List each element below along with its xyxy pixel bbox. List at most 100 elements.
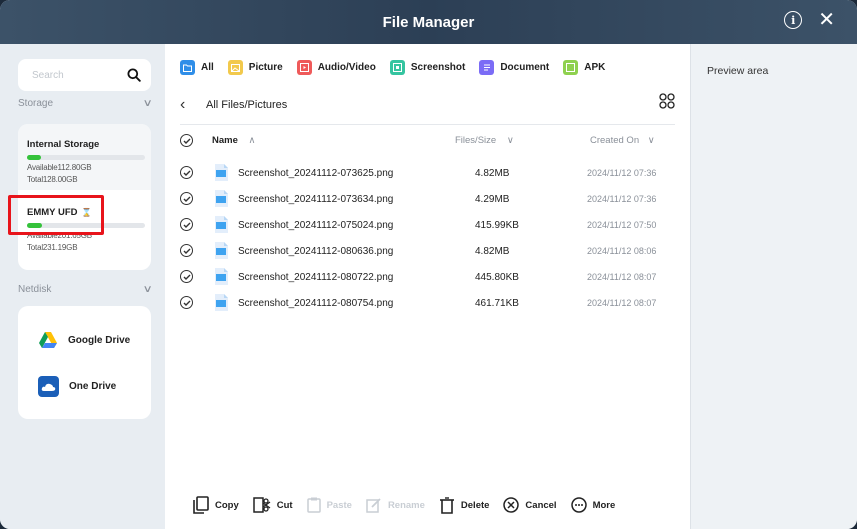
action-toolbar: Copy Cut Paste Rename Delete Cancel More <box>193 496 629 514</box>
file-name: Screenshot_20241112-073625.png <box>238 168 394 179</box>
table-row[interactable]: Screenshot_20241112-075024.png 415.99KB 20… <box>180 216 675 236</box>
storage-available: Available112.80GB <box>27 163 92 172</box>
filter-label: APK <box>584 62 606 73</box>
screenshot-icon <box>389 60 405 75</box>
file-date: 2024/11/12 08:07 <box>587 272 657 282</box>
more-icon <box>570 497 587 513</box>
storage-usage-fill <box>27 155 42 160</box>
close-icon[interactable]: ✕ <box>818 10 835 30</box>
file-date: 2024/11/12 08:07 <box>587 298 657 308</box>
column-header-size[interactable]: Files/Size ∨ <box>455 135 514 146</box>
file-date: 2024/11/12 07:50 <box>587 220 657 230</box>
file-list-panel: All Picture Audio/Video Screenshot Docum… <box>165 44 690 529</box>
cut-icon <box>253 497 271 513</box>
rename-icon <box>366 498 381 513</box>
red-highlight-annotation <box>8 195 104 235</box>
row-checkbox[interactable] <box>180 244 193 257</box>
filter-apk[interactable]: APK <box>563 60 605 75</box>
filter-screenshot[interactable]: Screenshot <box>389 60 466 75</box>
picture-icon <box>227 60 243 75</box>
table-row[interactable]: Screenshot_20241112-080636.png 4.82MB 2024… <box>180 242 675 262</box>
file-date: 2024/11/12 07:36 <box>587 194 657 204</box>
copy-label: Copy <box>215 499 239 511</box>
folder-icon <box>180 60 195 75</box>
paste-button[interactable]: Paste <box>306 497 352 513</box>
netdisk-card: Google Drive One Drive <box>18 306 151 419</box>
cancel-icon <box>503 497 520 513</box>
search-icon[interactable] <box>127 68 141 82</box>
column-header-name[interactable]: Name ∧ <box>212 135 255 146</box>
column-header-date[interactable]: Created On ∨ <box>590 135 655 146</box>
onedrive-icon <box>38 376 59 397</box>
filter-audio-video[interactable]: Audio/Video <box>296 60 376 75</box>
cloud-item-label: One Drive <box>69 381 117 392</box>
filter-label: Screenshot <box>410 62 466 73</box>
cut-button[interactable]: Cut <box>253 497 293 513</box>
chevron-down-icon[interactable]: ∨ <box>507 135 514 146</box>
cancel-button[interactable]: Cancel <box>503 497 557 513</box>
more-button[interactable]: More <box>570 497 616 513</box>
delete-button[interactable]: Delete <box>439 496 490 514</box>
chevron-down-icon[interactable]: ∨ <box>142 98 152 109</box>
storage-item-internal[interactable]: Internal Storage Available112.80GB Total… <box>27 139 145 184</box>
table-row[interactable]: Screenshot_20241112-080722.png 445.80KB 20… <box>180 268 675 288</box>
image-file-icon <box>215 190 228 207</box>
file-size: 415.99KB <box>475 220 519 231</box>
chevron-down-icon[interactable]: ∨ <box>142 284 152 295</box>
more-label: More <box>592 499 616 511</box>
breadcrumb: ‹ All Files/Pictures <box>180 93 675 114</box>
search-input[interactable]: Search <box>18 59 151 91</box>
file-date: 2024/11/12 07:36 <box>587 168 657 178</box>
filter-picture[interactable]: Picture <box>227 60 283 75</box>
file-name: Screenshot_20241112-075024.png <box>238 220 394 231</box>
rename-button[interactable]: Rename <box>366 497 425 513</box>
image-file-icon <box>215 294 228 311</box>
column-header-label: Created On <box>590 135 640 146</box>
info-icon[interactable]: i <box>784 11 803 29</box>
file-size: 445.80KB <box>475 272 519 283</box>
table-row[interactable]: Screenshot_20241112-073634.png 4.29MB 2024… <box>180 190 675 210</box>
delete-label: Delete <box>460 499 490 511</box>
filter-label: Picture <box>248 62 283 73</box>
media-icon <box>296 60 312 75</box>
storage-total: Total231.19GB <box>27 243 78 252</box>
column-header-label: Files/Size <box>455 135 497 146</box>
filter-all[interactable]: All <box>180 60 214 75</box>
table-row[interactable]: Screenshot_20241112-080754.png 461.71KB 20… <box>180 294 675 314</box>
row-checkbox[interactable] <box>180 192 193 205</box>
filter-label: Audio/Video <box>317 62 376 73</box>
sort-asc-icon[interactable]: ∧ <box>249 135 256 146</box>
cloud-item-google-drive[interactable]: Google Drive <box>38 331 130 349</box>
netdisk-section-header[interactable]: Netdisk ∨ <box>18 284 152 295</box>
sidebar: Search Storage ∨ Internal Storage Availa… <box>0 44 165 529</box>
cloud-item-onedrive[interactable]: One Drive <box>38 376 116 397</box>
copy-button[interactable]: Copy <box>193 496 239 514</box>
file-manager-window: File Manager i ✕ Search Storage ∨ Intern… <box>0 0 857 529</box>
cancel-label: Cancel <box>525 499 557 511</box>
row-checkbox[interactable] <box>180 166 193 179</box>
row-checkbox[interactable] <box>180 218 193 231</box>
category-filter-bar: All Picture Audio/Video Screenshot Docum… <box>180 60 619 75</box>
google-drive-icon <box>39 332 57 348</box>
storage-name: Internal Storage <box>27 139 100 150</box>
storage-total: Total128.00GB <box>27 175 78 184</box>
filter-document[interactable]: Document <box>479 60 549 75</box>
file-size: 4.82MB <box>475 168 510 179</box>
window-title: File Manager <box>382 13 475 31</box>
table-row[interactable]: Screenshot_20241112-073625.png 4.82MB 2024… <box>180 164 675 184</box>
back-arrow-icon[interactable]: ‹ <box>180 96 202 114</box>
rename-label: Rename <box>387 499 425 511</box>
document-icon <box>479 60 495 75</box>
apk-icon <box>563 60 579 75</box>
chevron-down-icon[interactable]: ∨ <box>648 135 655 146</box>
file-size: 4.29MB <box>475 194 510 205</box>
file-name: Screenshot_20241112-080636.png <box>238 246 394 257</box>
select-all-checkbox[interactable] <box>180 134 193 147</box>
grid-view-icon[interactable] <box>659 93 675 109</box>
row-checkbox[interactable] <box>180 270 193 283</box>
file-size: 4.82MB <box>475 246 510 257</box>
image-file-icon <box>215 216 228 233</box>
row-checkbox[interactable] <box>180 296 193 309</box>
copy-icon <box>193 496 209 514</box>
storage-section-header[interactable]: Storage ∨ <box>18 98 152 109</box>
